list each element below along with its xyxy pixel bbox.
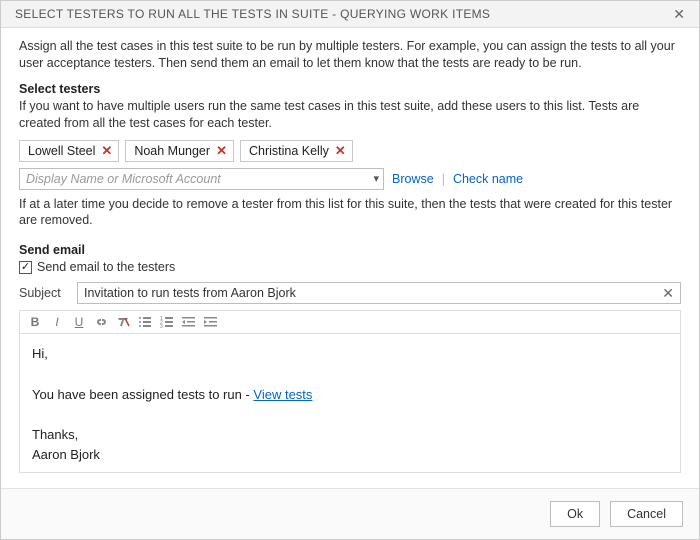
italic-button[interactable]: I	[50, 315, 64, 329]
select-testers-heading: Select testers	[19, 82, 681, 96]
send-email-checkbox-label: Send email to the testers	[37, 260, 175, 274]
tester-chip-name: Lowell Steel	[28, 144, 95, 158]
email-line-prefix: You have been assigned tests to run -	[32, 387, 253, 402]
titlebar: SELECT TESTERS TO RUN ALL THE TESTS IN S…	[1, 1, 699, 28]
tester-chip-name: Christina Kelly	[249, 144, 329, 158]
tester-search-placeholder: Display Name or Microsoft Account	[26, 172, 221, 186]
dialog-content: Assign all the test cases in this test s…	[1, 28, 699, 488]
number-list-button[interactable]: 123	[160, 316, 174, 328]
bold-button[interactable]: B	[28, 315, 42, 329]
subject-value: Invitation to run tests from Aaron Bjork	[84, 286, 296, 300]
tester-chip[interactable]: Lowell Steel ✕	[19, 140, 119, 162]
send-email-checkbox[interactable]: ✓	[19, 261, 32, 274]
subject-input[interactable]: Invitation to run tests from Aaron Bjork…	[77, 282, 681, 304]
tester-chip[interactable]: Christina Kelly ✕	[240, 140, 353, 162]
link-separator: |	[442, 172, 445, 186]
clear-subject-icon[interactable]: ✕	[660, 285, 676, 302]
check-name-link[interactable]: Check name	[453, 172, 523, 186]
select-testers-desc: If you want to have multiple users run t…	[19, 98, 681, 132]
tester-chip-name: Noah Munger	[134, 144, 210, 158]
email-sender-name: Aaron Bjork	[32, 445, 668, 465]
intro-text: Assign all the test cases in this test s…	[19, 38, 681, 72]
editor-toolbar: B I U 123	[19, 310, 681, 333]
svg-text:3: 3	[160, 324, 163, 328]
remove-tester-icon[interactable]: ✕	[333, 143, 348, 159]
underline-button[interactable]: U	[72, 315, 86, 329]
ok-button[interactable]: Ok	[550, 501, 600, 527]
cancel-button[interactable]: Cancel	[610, 501, 683, 527]
email-signoff: Thanks,	[32, 425, 668, 445]
send-email-section: Send email ✓ Send email to the testers S…	[19, 243, 681, 473]
email-body-editor[interactable]: Hi, You have been assigned tests to run …	[19, 333, 681, 473]
dialog-footer: Ok Cancel	[1, 488, 699, 539]
tester-search-input[interactable]: Display Name or Microsoft Account ▾	[19, 168, 384, 190]
view-tests-link[interactable]: View tests	[253, 387, 312, 402]
chevron-down-icon[interactable]: ▾	[373, 172, 379, 185]
tester-chip[interactable]: Noah Munger ✕	[125, 140, 234, 162]
subject-label: Subject	[19, 286, 67, 300]
email-greeting: Hi,	[32, 344, 668, 364]
tester-chip-list: Lowell Steel ✕ Noah Munger ✕ Christina K…	[19, 140, 681, 162]
browse-link[interactable]: Browse	[392, 172, 434, 186]
email-assign-line: You have been assigned tests to run - Vi…	[32, 385, 668, 405]
remove-tester-note: If at a later time you decide to remove …	[19, 196, 681, 230]
dialog-title: SELECT TESTERS TO RUN ALL THE TESTS IN S…	[15, 7, 490, 21]
bullet-list-button[interactable]	[138, 316, 152, 328]
assign-testers-dialog: SELECT TESTERS TO RUN ALL THE TESTS IN S…	[0, 0, 700, 540]
tester-picker-row: Display Name or Microsoft Account ▾ Brow…	[19, 168, 681, 190]
remove-tester-icon[interactable]: ✕	[214, 143, 229, 159]
close-icon[interactable]: ✕	[669, 7, 689, 21]
send-email-checkbox-row[interactable]: ✓ Send email to the testers	[19, 260, 681, 274]
outdent-button[interactable]	[182, 316, 196, 328]
clear-format-button[interactable]	[116, 316, 130, 328]
send-email-heading: Send email	[19, 243, 681, 257]
subject-row: Subject Invitation to run tests from Aar…	[19, 282, 681, 304]
indent-button[interactable]	[204, 316, 218, 328]
remove-tester-icon[interactable]: ✕	[99, 143, 114, 159]
link-button[interactable]	[94, 316, 108, 328]
